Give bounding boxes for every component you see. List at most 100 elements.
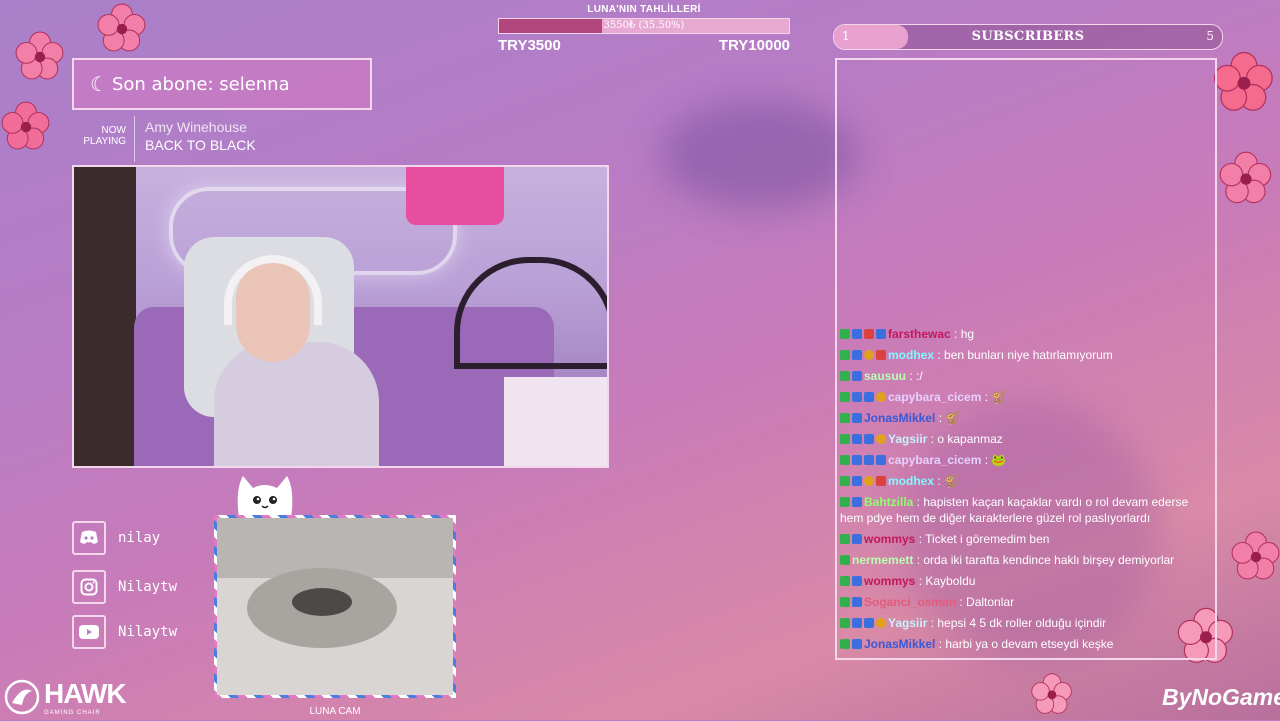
chat-badge-icon bbox=[876, 329, 886, 339]
chat-badge-icon bbox=[852, 455, 862, 465]
chat-text: : Ticket i göremedim ben bbox=[918, 532, 1050, 546]
chat-message: JonasMikkel : 🐒 bbox=[840, 410, 1212, 426]
chat-badge-icon bbox=[840, 618, 850, 628]
chat-username[interactable]: Bahtzilla bbox=[864, 495, 913, 509]
cherry-blossom-icon bbox=[1030, 672, 1074, 716]
social-youtube[interactable]: Nilaytw bbox=[72, 615, 177, 649]
chat-badge-icon bbox=[840, 392, 850, 402]
latest-subscriber: ☾ Son abone: selenna bbox=[72, 58, 372, 110]
chat-badge-icon bbox=[876, 392, 886, 402]
chat-message: Soganci_osman : Daltonlar bbox=[840, 594, 1212, 610]
cat-cam-label: LUNA CAM bbox=[309, 706, 361, 717]
chat-badge-icon bbox=[840, 555, 850, 565]
cherry-blossom-icon bbox=[0, 100, 52, 152]
goal-title: LUNA'NIN TAHLİLLERİ bbox=[587, 4, 701, 15]
cherry-blossom-icon bbox=[1212, 50, 1276, 114]
chat-badge-icon bbox=[852, 576, 862, 586]
chat-message: Yagsiir : hepsi 4 5 dk roller olduğu içi… bbox=[840, 615, 1212, 631]
chat-badge-icon bbox=[840, 350, 850, 360]
chat-badge-icon bbox=[852, 476, 862, 486]
chat-badge-icon bbox=[852, 392, 862, 402]
chat-badge-icon bbox=[840, 597, 850, 607]
hawk-logo-icon bbox=[4, 679, 40, 715]
chat-message: sausuu : :/ bbox=[840, 368, 1212, 384]
hawk-logo: HAWK GAMING CHAIR bbox=[4, 678, 127, 716]
chat-message: Bahtzilla : hapisten kaçan kaçaklar vard… bbox=[840, 494, 1212, 526]
cat-cam-feed bbox=[214, 515, 456, 698]
chat-message: modhex : ben bunları niye hatırlamıyorum bbox=[840, 347, 1212, 363]
chat-username[interactable]: Soganci_osman bbox=[864, 595, 956, 609]
chat-badge-icon bbox=[864, 434, 874, 444]
chat-username[interactable]: modhex bbox=[888, 474, 934, 488]
chat-username[interactable]: JonasMikkel bbox=[864, 411, 935, 425]
discord-icon bbox=[72, 521, 106, 555]
chat-username[interactable]: modhex bbox=[888, 348, 934, 362]
cherry-blossom-icon bbox=[1230, 530, 1280, 582]
chat-username[interactable]: nermemett bbox=[852, 553, 913, 567]
background-shadow bbox=[660, 100, 860, 210]
streamer bbox=[214, 342, 379, 466]
lamp bbox=[406, 167, 504, 225]
chat-username[interactable]: wommys bbox=[864, 532, 915, 546]
chat-username[interactable]: sausuu bbox=[864, 369, 906, 383]
chat-username[interactable]: capybara_cicem bbox=[888, 390, 981, 404]
chat-badge-icon bbox=[840, 476, 850, 486]
chat-badge-icon bbox=[864, 618, 874, 628]
chat-badge-icon bbox=[840, 576, 850, 586]
now-playing-label-line1: NOW bbox=[101, 125, 126, 136]
bynogame-logo: ByNoGame bbox=[1162, 684, 1280, 710]
chat-badge-icon bbox=[852, 413, 862, 423]
now-playing: NOW PLAYING Amy Winehouse BACK TO BLACK bbox=[72, 116, 256, 162]
chat-badge-icon bbox=[864, 329, 874, 339]
chat-username[interactable]: wommys bbox=[864, 574, 915, 588]
chat-text: : o kapanmaz bbox=[930, 432, 1003, 446]
chat-message: capybara_cicem : 🐸 bbox=[840, 452, 1212, 468]
chat-message: farsthewac : hg bbox=[840, 326, 1212, 342]
chat-badge-icon bbox=[840, 497, 850, 507]
chat-badge-icon bbox=[864, 455, 874, 465]
chat-message: nermemett : orda iki tarafta kendince ha… bbox=[840, 552, 1212, 568]
chat-badge-icon bbox=[840, 639, 850, 649]
chat-message: wommys : Kayboldu bbox=[840, 573, 1212, 589]
chat-username[interactable]: JonasMikkel bbox=[864, 637, 935, 651]
goal-progress-bar: 3550₺ (35.50%) bbox=[498, 18, 790, 34]
chat-username[interactable]: farsthewac bbox=[888, 327, 951, 341]
chat-badge-icon bbox=[852, 350, 862, 360]
social-instagram-handle: Nilaytw bbox=[118, 579, 178, 595]
cherry-blossom-icon bbox=[14, 30, 66, 82]
chat-text: : hepsi 4 5 dk roller olduğu içindir bbox=[930, 616, 1107, 630]
social-discord[interactable]: nilay bbox=[72, 521, 160, 555]
hawk-logo-subtext: GAMING CHAIR bbox=[44, 710, 101, 716]
chat-badge-icon bbox=[876, 476, 886, 486]
now-playing-label-line2: PLAYING bbox=[83, 136, 126, 147]
subscriber-target: 5 bbox=[1206, 29, 1214, 43]
chat-badge-icon bbox=[840, 413, 850, 423]
chat-badge-icon bbox=[864, 476, 874, 486]
cherry-blossom-icon bbox=[1218, 150, 1274, 206]
chat-badge-icon bbox=[852, 497, 862, 507]
hawk-logo-text: HAWK bbox=[44, 678, 127, 709]
chat-text: : 🐒 bbox=[938, 411, 961, 425]
shelf bbox=[74, 167, 136, 466]
chat-text: : :/ bbox=[909, 369, 923, 383]
chat-message: wommys : Ticket i göremedim ben bbox=[840, 531, 1212, 547]
goal-end: TRY10000 bbox=[718, 37, 790, 54]
chat-log: farsthewac : hg modhex : ben bunları niye… bbox=[840, 326, 1212, 657]
chat-username[interactable]: capybara_cicem bbox=[888, 453, 981, 467]
social-youtube-handle: Nilaytw bbox=[118, 624, 178, 640]
social-instagram[interactable]: Nilaytw bbox=[72, 570, 177, 604]
now-playing-artist: Amy Winehouse bbox=[145, 119, 247, 135]
chat-badge-icon bbox=[852, 597, 862, 607]
chat-badge-icon bbox=[852, 371, 862, 381]
crescent-moon-icon: ☾ bbox=[90, 72, 108, 96]
chat-badge-icon bbox=[852, 329, 862, 339]
chat-badge-icon bbox=[840, 329, 850, 339]
chat-text: : Daltonlar bbox=[959, 595, 1015, 609]
chat-badge-icon bbox=[852, 434, 862, 444]
chat-username[interactable]: Yagsiir bbox=[888, 616, 927, 630]
chat-username[interactable]: Yagsiir bbox=[888, 432, 927, 446]
chat-badge-icon bbox=[840, 371, 850, 381]
chat-badge-icon bbox=[840, 434, 850, 444]
youtube-icon bbox=[72, 615, 106, 649]
webcam-feed bbox=[72, 165, 609, 468]
